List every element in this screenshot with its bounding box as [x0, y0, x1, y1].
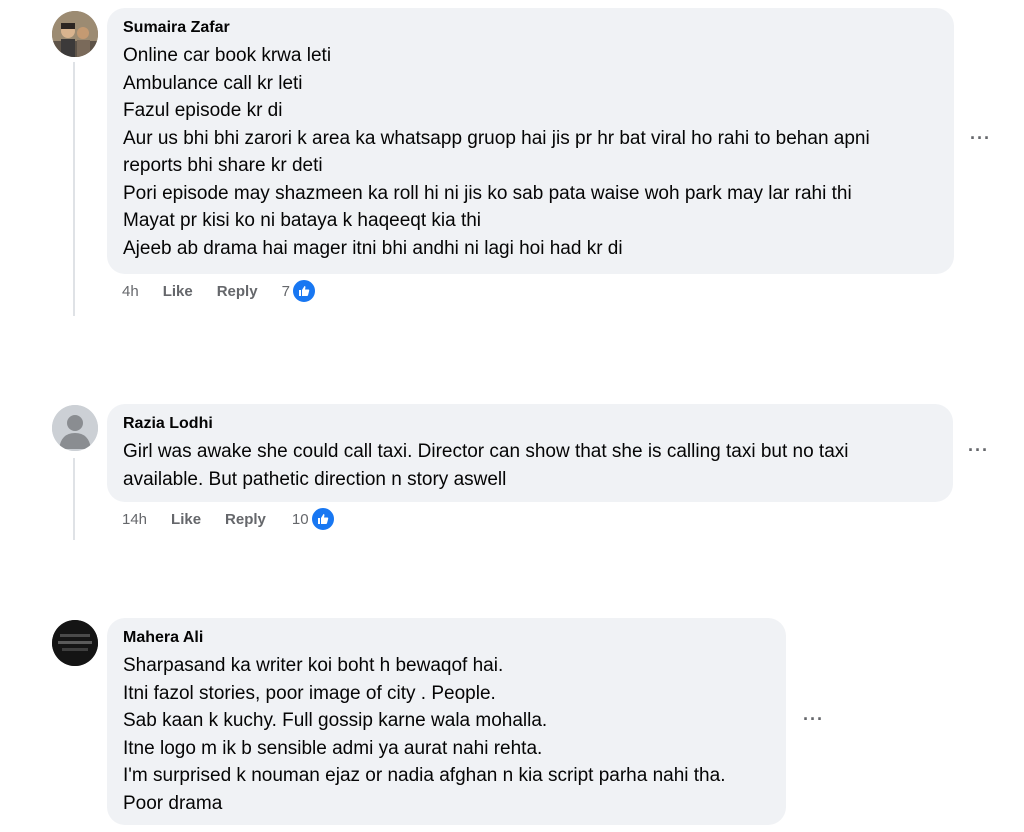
- comment-text-line: reports bhi share kr deti: [123, 155, 323, 176]
- comment-actions: 4h Like Reply 7: [122, 278, 317, 304]
- comment-author[interactable]: Mahera Ali: [123, 628, 770, 648]
- comment-text-line: Poor drama: [123, 792, 223, 814]
- comment-author[interactable]: Sumaira Zafar: [123, 18, 938, 38]
- more-options-icon[interactable]: ···: [970, 128, 991, 149]
- like-button[interactable]: Like: [171, 511, 201, 528]
- comment-text-line: Girl was awake she could call taxi. Dire…: [123, 441, 849, 462]
- more-options-icon[interactable]: ···: [968, 440, 989, 461]
- photo-avatar-icon: [52, 11, 98, 57]
- comment-text-line: Online car book krwa leti: [123, 45, 332, 66]
- comment-text-line: Sharpasand ka writer koi boht h bewaqof …: [123, 655, 504, 676]
- reaction-count[interactable]: 10: [292, 511, 309, 528]
- default-avatar-icon: [52, 405, 98, 451]
- avatar-razia-lodhi[interactable]: [52, 405, 98, 451]
- reply-button[interactable]: Reply: [225, 511, 266, 528]
- comment-text-line: Fazul episode kr di: [123, 100, 283, 121]
- thread-line: [73, 458, 75, 540]
- reply-button[interactable]: Reply: [217, 283, 258, 300]
- comment-text-line: Pori episode may shazmeen ka roll hi ni …: [123, 182, 852, 204]
- comment-timestamp[interactable]: 4h: [122, 283, 139, 300]
- comment-text-line: available. But pathetic direction n stor…: [123, 468, 507, 490]
- avatar-sumaira-zafar[interactable]: [52, 11, 98, 57]
- like-button[interactable]: Like: [163, 283, 193, 300]
- comment-text-line: Aur us bhi bhi zarori k area ka whatsapp…: [123, 127, 870, 149]
- comment-text-line: Itni fazol stories, poor image of city .…: [123, 682, 496, 704]
- comment-author[interactable]: Razia Lodhi: [123, 414, 937, 434]
- like-thumb-icon[interactable]: [309, 506, 336, 532]
- comment-timestamp[interactable]: 14h: [122, 511, 147, 528]
- comment-text-line: Ajeeb ab drama hai mager itni bhi andhi …: [123, 237, 623, 259]
- thread-line: [73, 62, 75, 316]
- comment-text-line: Sab kaan k kuchy. Full gossip karne wala…: [123, 710, 548, 731]
- like-thumb-icon[interactable]: [290, 278, 317, 304]
- comment-text-line: Itne logo m ik b sensible admi ya aurat …: [123, 737, 543, 759]
- more-options-icon[interactable]: ···: [803, 709, 824, 730]
- comment-text-line: Mayat pr kisi ko ni bataya k haqeeqt kia…: [123, 210, 482, 231]
- comment-bubble: Mahera Ali Sharpasand ka writer koi boht…: [107, 618, 786, 825]
- comment-bubble: Sumaira Zafar Online car book krwa leti …: [107, 8, 954, 274]
- avatar-mahera-ali[interactable]: [52, 620, 98, 666]
- photo-avatar-icon: [52, 620, 98, 666]
- comment-actions: 14h Like Reply 10: [122, 506, 336, 532]
- comment-text-line: I'm surprised k nouman ejaz or nadia afg…: [123, 765, 726, 786]
- reaction-count[interactable]: 7: [282, 283, 290, 300]
- comment-bubble: Razia Lodhi Girl was awake she could cal…: [107, 404, 953, 502]
- comment-text-line: Ambulance call kr leti: [123, 72, 303, 94]
